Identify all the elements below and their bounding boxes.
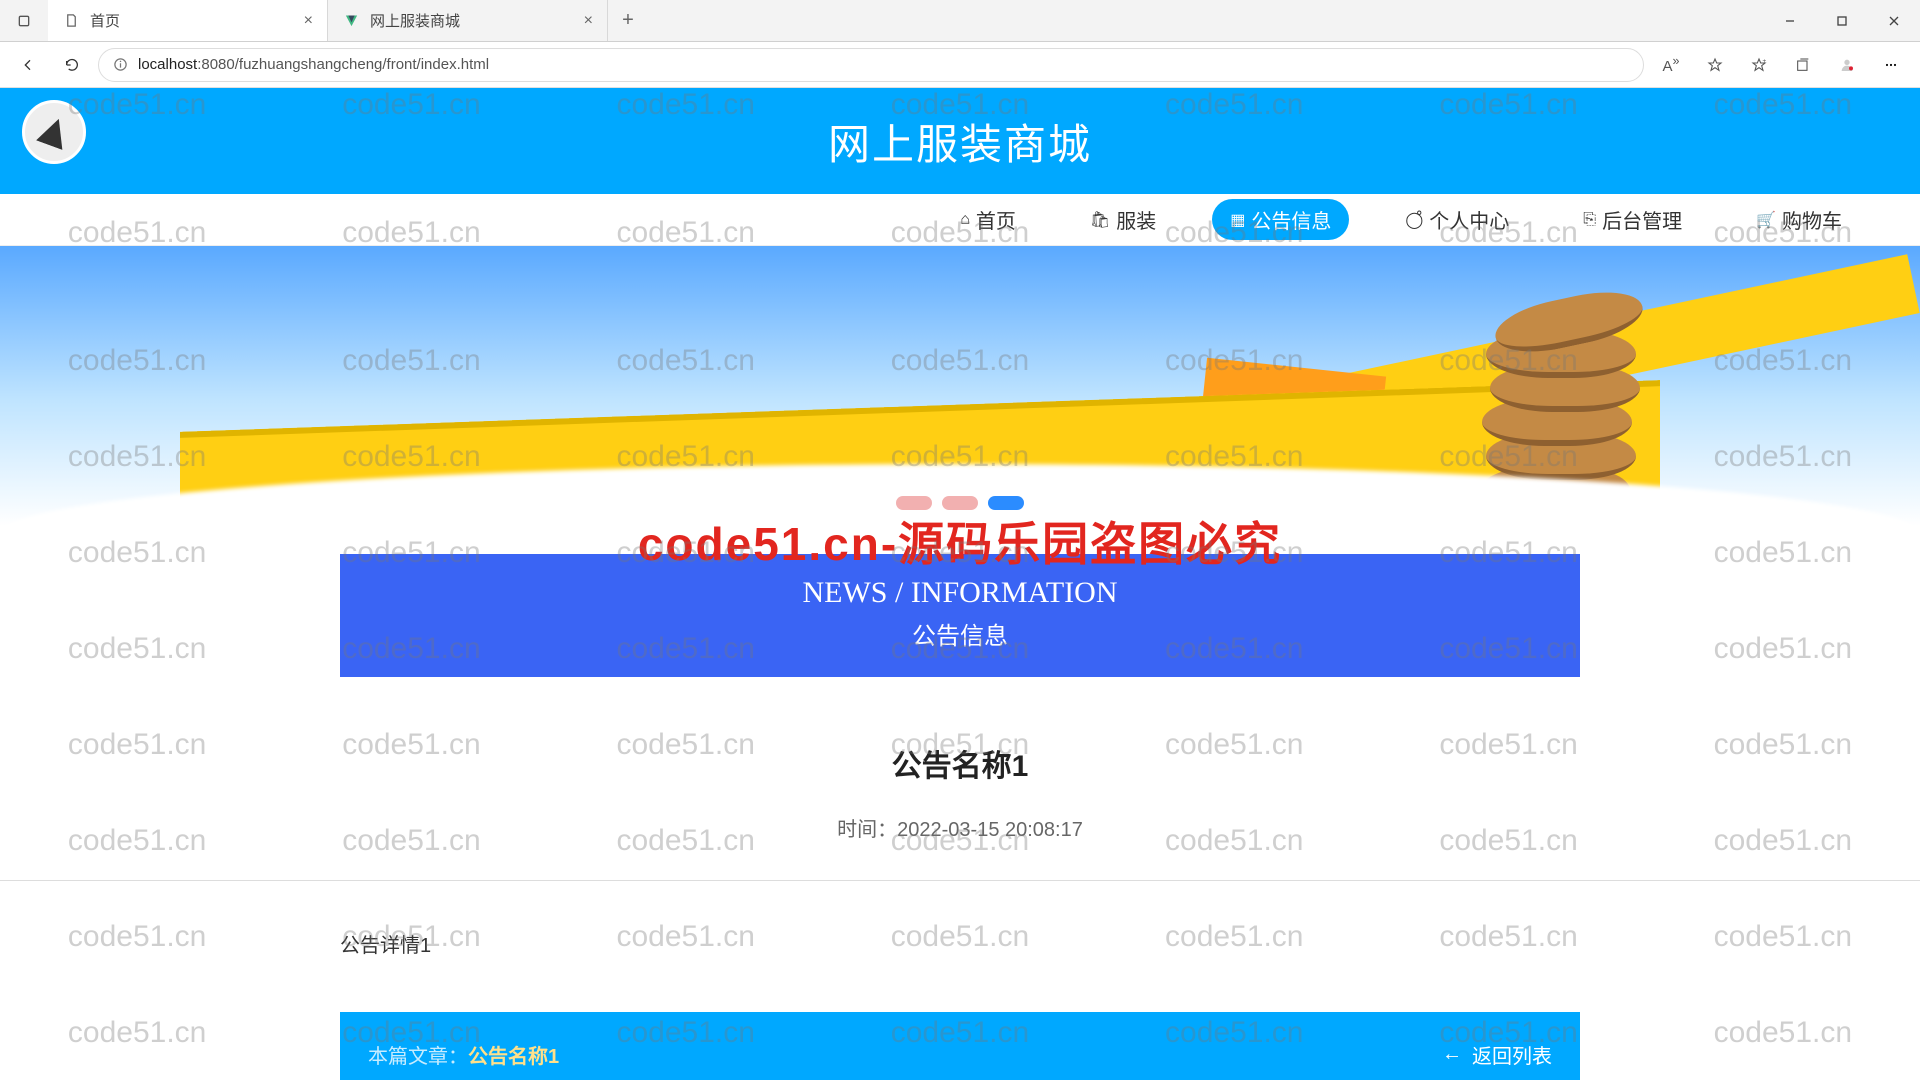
browser-tab-0[interactable]: 首页 ×: [48, 0, 328, 41]
close-icon: [1886, 13, 1902, 29]
nav-news[interactable]: ▦ 公告信息: [1212, 199, 1349, 240]
article-footer-bar: 本篇文章：公告名称1 ← 返回列表: [340, 1012, 1580, 1080]
url-text: localhost:8080/fuzhuangshangcheng/front/…: [138, 56, 489, 73]
menu-button[interactable]: [1872, 47, 1910, 83]
square-icon: [16, 13, 32, 29]
main-navbar: ⌂ 首页 🛍 服装 ▦ 公告信息 ◯̊ 个人中心 ⎘ 后台管理 🛒 购物车: [0, 194, 1920, 246]
nav-admin[interactable]: ⎘ 后台管理: [1565, 199, 1700, 240]
page-icon: [62, 12, 80, 30]
section-title-cn: 公告信息: [340, 616, 1580, 651]
nav-label: 公告信息: [1251, 205, 1331, 234]
tab-overview-button[interactable]: [0, 0, 48, 41]
collections-button[interactable]: [1784, 47, 1822, 83]
refresh-button[interactable]: [54, 47, 90, 83]
url-field[interactable]: localhost:8080/fuzhuangshangcheng/front/…: [98, 48, 1644, 82]
avatar-icon: [1839, 57, 1855, 73]
article-body: 公告详情1: [340, 929, 1580, 958]
arrow-left-icon: [20, 57, 36, 73]
maximize-icon: [1834, 13, 1850, 29]
browser-tab-1[interactable]: 网上服装商城 ×: [328, 0, 608, 41]
user-icon: ◯̊: [1405, 210, 1423, 230]
nav-label: 后台管理: [1602, 205, 1682, 234]
refresh-icon: [64, 57, 80, 73]
home-icon: ⌂: [960, 211, 970, 229]
link-icon: ⎘: [1583, 211, 1596, 229]
nav-home[interactable]: ⌂ 首页: [942, 199, 1034, 240]
nav-label: 购物车: [1782, 205, 1842, 234]
article-time: 时间：2022-03-15 20:08:17: [340, 813, 1580, 842]
collections-icon: [1795, 57, 1811, 73]
window-controls: [1764, 0, 1920, 41]
info-icon: [113, 57, 128, 72]
nav-profile[interactable]: ◯̊ 个人中心: [1387, 199, 1527, 240]
article-title: 公告名称1: [340, 741, 1580, 785]
tab-close-button[interactable]: ×: [304, 12, 313, 30]
nav-cart[interactable]: 🛒 购物车: [1738, 199, 1860, 240]
svg-text:+: +: [1762, 58, 1766, 65]
profile-button[interactable]: [1828, 47, 1866, 83]
back-to-list-button[interactable]: ← 返回列表: [1442, 1040, 1552, 1069]
dots-icon: [1883, 57, 1899, 73]
browser-address-bar: localhost:8080/fuzhuangshangcheng/front/…: [0, 42, 1920, 88]
back-label: 返回列表: [1472, 1040, 1552, 1069]
star-outline-icon: [1707, 57, 1723, 73]
minimize-button[interactable]: [1764, 0, 1816, 41]
nav-label: 服装: [1116, 205, 1156, 234]
carousel-dot-1[interactable]: [942, 496, 978, 510]
tab-close-button[interactable]: ×: [584, 12, 593, 30]
text-icon: A»: [1663, 54, 1680, 75]
star-button[interactable]: [1696, 47, 1734, 83]
favorites-button[interactable]: +: [1740, 47, 1778, 83]
maximize-button[interactable]: [1816, 0, 1868, 41]
back-button[interactable]: [10, 47, 46, 83]
site-logo[interactable]: [22, 100, 86, 164]
read-aloud-button[interactable]: A»: [1652, 47, 1690, 83]
section-title-en: NEWS / INFORMATION: [340, 576, 1580, 610]
grid-icon: ▦: [1230, 210, 1245, 230]
carousel-dots: [896, 496, 1024, 510]
cart-icon: 🛒: [1756, 210, 1776, 230]
tab-title: 首页: [90, 10, 120, 31]
carousel-banner[interactable]: [0, 246, 1920, 526]
page-viewport: 网上服装商城 ⌂ 首页 🛍 服装 ▦ 公告信息 ◯̊ 个人中心 ⎘ 后台管理 🛒 购物车 N…: [0, 88, 1920, 1080]
nav-clothing[interactable]: 🛍 服装: [1072, 199, 1174, 240]
site-header: 网上服装商城: [0, 88, 1920, 194]
close-window-button[interactable]: [1868, 0, 1920, 41]
tab-title: 网上服装商城: [370, 10, 460, 31]
section-header: NEWS / INFORMATION 公告信息: [340, 554, 1580, 677]
browser-titlebar: 首页 × 网上服装商城 × +: [0, 0, 1920, 42]
new-tab-button[interactable]: +: [608, 0, 648, 41]
site-title: 网上服装商城: [828, 111, 1092, 172]
arrow-left-icon: ←: [1442, 1043, 1462, 1066]
nav-label: 首页: [976, 205, 1016, 234]
star-plus-icon: +: [1751, 57, 1767, 73]
nav-label: 个人中心: [1429, 205, 1509, 234]
divider: [0, 880, 1920, 881]
carousel-dot-0[interactable]: [896, 496, 932, 510]
vue-icon: [342, 12, 360, 30]
minimize-icon: [1782, 13, 1798, 29]
current-article-label: 本篇文章：公告名称1: [368, 1040, 559, 1069]
bag-icon: 🛍: [1090, 210, 1110, 230]
carousel-dot-2[interactable]: [988, 496, 1024, 510]
